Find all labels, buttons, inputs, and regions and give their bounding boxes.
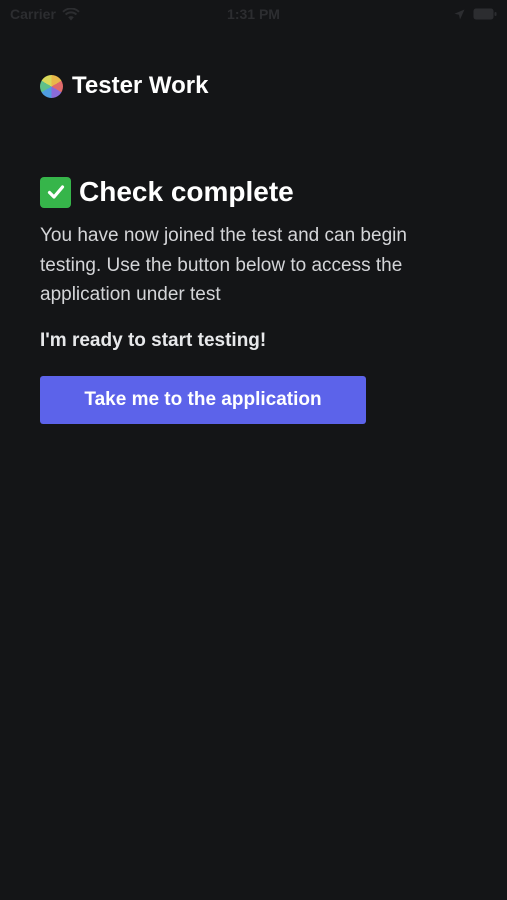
carrier-label: Carrier: [10, 6, 56, 22]
page-title-text: Check complete: [79, 176, 294, 207]
brand-header: Tester Work: [40, 72, 209, 100]
ready-text: I'm ready to start testing!: [40, 330, 267, 351]
page-title: Check complete: [40, 176, 294, 208]
logo-icon: [40, 74, 63, 98]
location-icon: [454, 9, 465, 19]
brand-name: Tester Work: [72, 72, 209, 99]
status-bar: Carrier 1:31 PM: [0, 0, 507, 28]
status-bar-left: Carrier: [10, 6, 80, 22]
status-bar-right: [454, 8, 497, 20]
check-icon: [40, 176, 71, 208]
description-text: You have now joined the test and can beg…: [40, 225, 407, 305]
battery-icon: [473, 8, 497, 20]
wifi-icon: [62, 7, 80, 20]
go-to-application-button[interactable]: Take me to the application: [40, 376, 366, 424]
status-time: 1:31 PM: [227, 6, 280, 22]
